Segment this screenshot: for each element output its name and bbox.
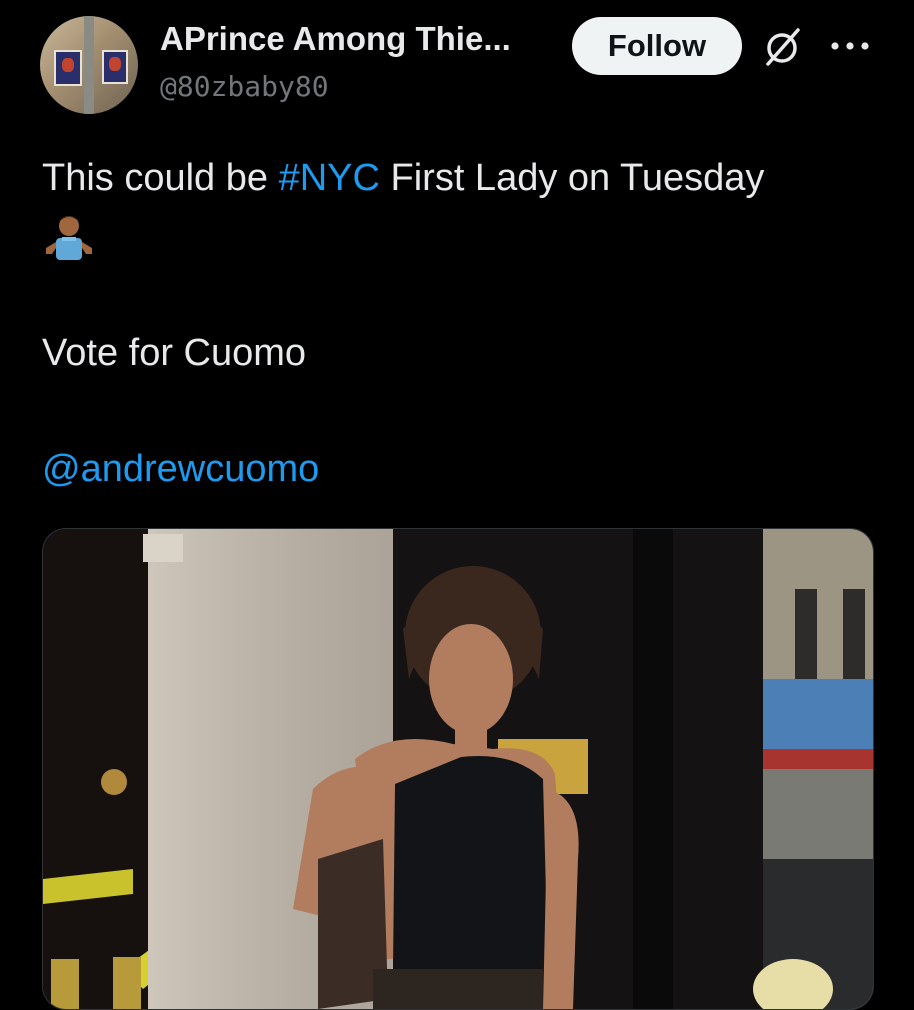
author-handle[interactable]: @80zbaby80 <box>160 70 329 103</box>
tweet-text-suffix: First Lady on Tuesday <box>379 157 765 199</box>
tweet-text-line-1: This could be #NYC First Lady on Tuesday <box>42 152 764 204</box>
mention-link[interactable]: @andrewcuomo <box>42 443 319 495</box>
tweet-text-line-2: Vote for Cuomo <box>42 332 307 374</box>
tweet-text-prefix: This could be <box>42 157 279 199</box>
tweet-header: APrince Among Thie... @80zbaby80 Follow <box>0 0 914 130</box>
avatar[interactable] <box>40 16 138 114</box>
photo-illustration <box>43 529 873 1009</box>
author-display-name[interactable]: APrince Among Thie... <box>160 20 511 58</box>
avatar-poster-right <box>102 50 128 84</box>
person-shrugging-emoji-icon <box>46 216 92 260</box>
avatar-pole <box>84 16 94 114</box>
attached-photo[interactable] <box>42 528 874 1010</box>
avatar-poster-left <box>54 50 82 86</box>
more-dots-icon[interactable] <box>828 31 872 61</box>
hashtag-link[interactable]: #NYC <box>279 157 380 199</box>
follow-button[interactable]: Follow <box>572 17 742 75</box>
grok-icon[interactable] <box>760 24 806 70</box>
